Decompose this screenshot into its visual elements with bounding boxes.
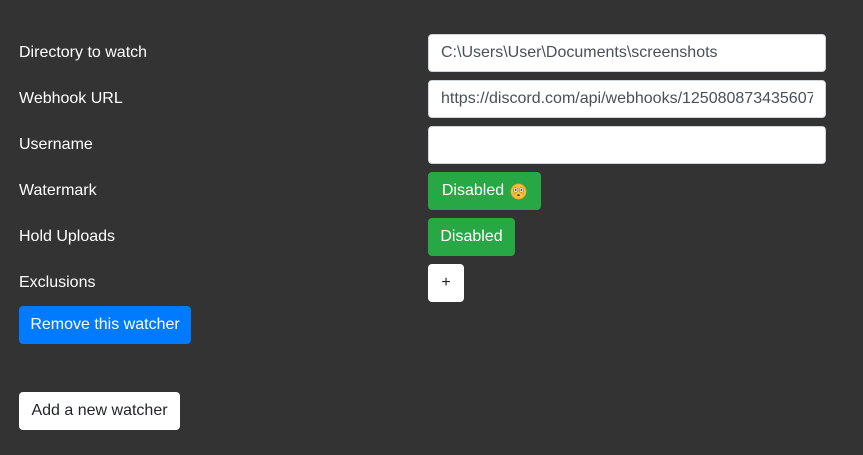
watermark-toggle-button[interactable]: Disabled <box>428 172 541 210</box>
flushed-face-icon <box>510 183 527 199</box>
directory-label: Directory to watch <box>19 44 148 61</box>
exclusions-label: Exclusions <box>19 274 96 291</box>
webhook-url-label: Webhook URL <box>19 90 123 107</box>
remove-watcher-button[interactable]: Remove this watcher <box>19 306 191 344</box>
hold-uploads-label: Hold Uploads <box>19 228 116 245</box>
watermark-label: Watermark <box>19 182 97 199</box>
watcher-settings-page: Directory to watch Webhook URL Username … <box>0 0 863 455</box>
webhook-url-input[interactable] <box>428 80 826 118</box>
watermark-toggle-label: Disabled <box>441 182 505 199</box>
add-exclusion-button[interactable]: + <box>428 264 464 302</box>
username-label: Username <box>19 136 93 153</box>
username-input[interactable] <box>428 126 826 164</box>
hold-uploads-toggle-button[interactable]: Disabled <box>428 218 515 256</box>
directory-input[interactable] <box>428 34 826 72</box>
add-watcher-button[interactable]: Add a new watcher <box>19 392 180 430</box>
